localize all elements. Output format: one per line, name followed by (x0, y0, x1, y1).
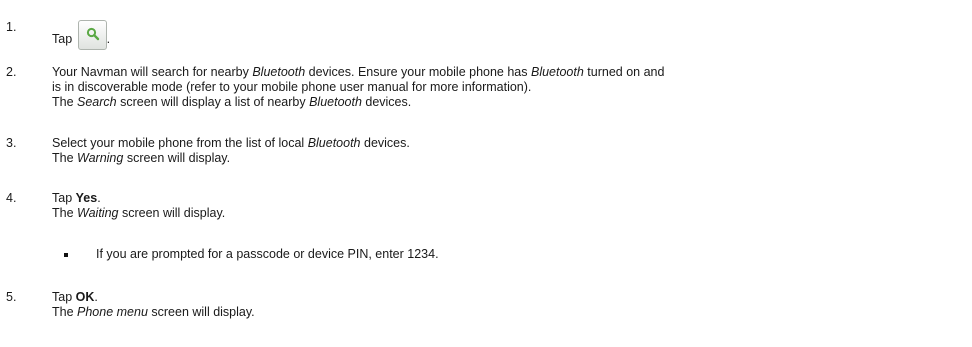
text-run: . (97, 191, 101, 205)
text-run: screen will display. (147, 305, 255, 319)
step-number: 5. (6, 290, 17, 304)
text-run: Tap (52, 191, 76, 205)
step-text: Tap . (52, 20, 967, 50)
text-run: The (52, 305, 78, 319)
text-run-italic: Waiting (77, 206, 119, 220)
text-run: devices. (361, 95, 412, 109)
text-run: devices. (360, 136, 410, 150)
step-2-line-3: The Search screen will display a list of… (52, 95, 967, 110)
text-run: The (52, 206, 78, 220)
step-text: Your Navman will search for nearby Bluet… (52, 65, 967, 110)
text-run: devices. Ensure your mobile phone has (305, 65, 531, 79)
step-number: 3. (6, 136, 17, 150)
text-run: screen will display a list of nearby (116, 95, 310, 109)
step-1-text: Tap (52, 32, 73, 46)
text-run-italic: Warning (77, 151, 124, 165)
text-run-italic: Bluetooth (309, 95, 362, 109)
step-4-line-2: The Waiting screen will display. (52, 206, 967, 221)
text-run-bold: OK (75, 290, 95, 304)
search-button[interactable] (77, 20, 107, 50)
text-run: screen will display. (118, 206, 226, 220)
text-run-italic: Bluetooth (252, 65, 306, 79)
text-run: Tap (52, 290, 76, 304)
step-2-line-1: Your Navman will search for nearby Bluet… (52, 65, 967, 80)
text-run: Your Navman will search for nearby (52, 65, 253, 79)
step-number: 1. (6, 20, 17, 34)
step-1-period: . (106, 32, 111, 46)
text-run: turned on and (583, 65, 665, 79)
step-text: Tap Yes. The Waiting screen will display… (52, 191, 967, 221)
step-5-line-1: Tap OK. (52, 290, 967, 305)
step-number: 4. (6, 191, 17, 205)
text-run-italic: Bluetooth (307, 136, 361, 150)
text-run: The (52, 95, 78, 109)
search-icon (86, 27, 99, 41)
step-3-line-2: The Warning screen will display. (52, 151, 967, 166)
text-run-italic: Bluetooth (530, 65, 584, 79)
text-run: . (94, 290, 98, 304)
text-run: screen will display. (123, 151, 231, 165)
text-run-italic: Search (77, 95, 117, 109)
text-run-italic: Phone menu (77, 305, 148, 319)
text-run-bold: Yes (75, 191, 98, 205)
text-run: Select your mobile phone from the list o… (52, 136, 308, 150)
text-run: The (52, 151, 78, 165)
step-4-line-1: Tap Yes. (52, 191, 967, 206)
bullet-marker (64, 253, 68, 257)
bullet-text: If you are prompted for a passcode or de… (96, 247, 439, 261)
step-3-line-1: Select your mobile phone from the list o… (52, 136, 967, 151)
step-5-line-2: The Phone menu screen will display. (52, 305, 967, 320)
step-number: 2. (6, 65, 17, 79)
step-2-line-2: is in discoverable mode (refer to your m… (52, 80, 532, 94)
step-text: Tap OK. The Phone menu screen will displ… (52, 290, 967, 320)
step-text: Select your mobile phone from the list o… (52, 136, 967, 166)
